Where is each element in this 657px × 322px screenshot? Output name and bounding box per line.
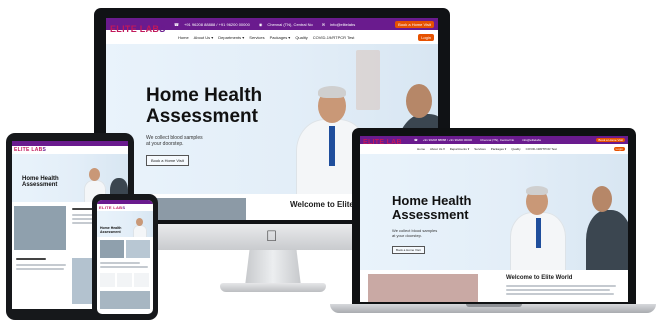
- tablet-heading-line: [16, 258, 46, 260]
- desktop-nav-home[interactable]: Home: [178, 35, 189, 40]
- doctor-head-image: [136, 218, 143, 226]
- phone-card[interactable]: [134, 273, 149, 287]
- desktop-hero-book-button[interactable]: Book a Home Visit: [146, 155, 189, 167]
- welcome-text-line: [506, 293, 614, 295]
- laptop-logo[interactable]: ELITE LABS: [363, 139, 407, 146]
- phone-icon: ☎: [174, 21, 179, 27]
- laptop-notch: [466, 304, 522, 307]
- phone-hero-title-2: Assessment: [100, 229, 121, 234]
- welcome-text-line: [506, 289, 610, 291]
- laptop-hero-subtitle-2: at your doorstep.: [392, 233, 423, 239]
- desktop-topbar-email: info@elitelabs: [330, 21, 356, 27]
- desktop-nav-covid[interactable]: COVID-19/RTPCR Test: [313, 35, 355, 40]
- desktop-topbar-location: Chennai (TN), Central No: [267, 21, 313, 27]
- tablet-hero-title-1: Home Health: [22, 176, 59, 182]
- desktop-nav-quality[interactable]: Quality: [295, 35, 307, 40]
- patient-head-image: [592, 186, 612, 212]
- desktop-hero-title-1: Home Health: [146, 85, 263, 106]
- desktop-monitor-foot: [220, 283, 326, 292]
- laptop-nav-about[interactable]: About Us ▾: [430, 147, 445, 151]
- laptop-hero-book-button[interactable]: Book a Home Visit: [392, 246, 425, 255]
- welcome-text-line: [506, 285, 616, 287]
- laptop-hero-title-1: Home Health: [392, 193, 472, 208]
- patient-image: [586, 210, 628, 270]
- tablet-logo[interactable]: ELITE LABS: [14, 147, 46, 153]
- location-icon: ◉: [258, 21, 263, 27]
- phone-hero: Home Health Assessment: [97, 211, 153, 237]
- laptop-nav-packages[interactable]: Packages ▾: [491, 147, 507, 151]
- desktop-welcome-heading: Welcome to Elite: [290, 200, 354, 209]
- laptop-nav-services[interactable]: Services: [474, 147, 486, 151]
- laptop-topbar-phone: +91 96208 88888 / +91 96200 00000: [422, 138, 473, 142]
- desktop-nav-services[interactable]: Services: [249, 35, 264, 40]
- phone-screen: ELITE LABS Home Health Assessment: [97, 200, 153, 314]
- phone-sample-image: [126, 240, 150, 258]
- desktop-nav-about[interactable]: About Us ▾: [194, 35, 214, 40]
- phone-hero-text: Home Health Assessment: [100, 226, 121, 235]
- desktop-nav-packages[interactable]: Packages ▾: [270, 35, 291, 40]
- doctor-hair-image: [526, 186, 548, 195]
- phone-content: [97, 237, 153, 314]
- apple-logo-icon: : [266, 229, 277, 245]
- laptop-hero-text: Home Health Assessment We collect blood s…: [392, 193, 472, 256]
- desktop-logo[interactable]: ELITE LABS: [110, 24, 166, 34]
- laptop-hero-title-2: Assessment: [392, 207, 469, 223]
- laptop-screen: ☎ +91 96208 88888 / +91 96200 00000 Chen…: [360, 136, 628, 302]
- desktop-topbar-phone: +91 96208 88888 / +91 96200 00000: [183, 21, 250, 27]
- desktop-hero-subtitle-2: at your doorstep.: [146, 141, 184, 148]
- tablet-navbar: ELITE LABS: [12, 146, 128, 154]
- laptop-nav-quality[interactable]: Quality: [511, 147, 520, 151]
- laptop-welcome-heading: Welcome to Elite World: [506, 275, 573, 281]
- doctor-tie-image: [536, 218, 541, 248]
- phone-text-line: [100, 266, 148, 268]
- phone-card[interactable]: [117, 273, 132, 287]
- phone-lab-image: [100, 240, 124, 258]
- anatomy-poster-image: [356, 50, 380, 110]
- laptop-nav-home[interactable]: Home: [417, 147, 425, 151]
- laptop-hero: Home Health Assessment We collect blood s…: [360, 154, 628, 270]
- laptop-topbar-email: info@elitelabs: [522, 138, 542, 142]
- laptop-navbar: ELITE LABS Home About Us ▾ Departments ▾…: [360, 139, 628, 154]
- phone-navbar: ELITE LABS: [97, 204, 153, 211]
- tablet-hero-text: Home Health Assessment: [22, 176, 59, 189]
- desktop-login-button[interactable]: Login: [418, 33, 434, 41]
- doctor-head-image: [89, 168, 100, 181]
- desktop-nav-departments[interactable]: Departments ▾: [218, 35, 244, 40]
- desktop-navbar: ELITE LABS Home About Us ▾ Departments ▾…: [106, 24, 438, 44]
- mail-icon: ✉: [321, 21, 326, 27]
- tablet-lab-image: [14, 206, 66, 250]
- desktop-hero-text: Home Health Assessment We collect blood s…: [146, 85, 263, 167]
- phone-text-line: [100, 262, 140, 264]
- laptop-login-button[interactable]: Login: [613, 147, 625, 151]
- laptop-nav-covid[interactable]: COVID-19/RTPCR Test: [526, 147, 557, 151]
- laptop-welcome-section: Welcome to Elite World: [360, 270, 628, 302]
- tablet-text-line: [16, 264, 66, 266]
- laptop-topbar-location: Chennai (TN), Central No: [480, 138, 515, 142]
- doctor-hair-image: [318, 86, 346, 98]
- phone-card[interactable]: [100, 273, 115, 287]
- tablet-text-line: [16, 268, 64, 270]
- laptop-book-visit-button[interactable]: Book a Home Visit: [596, 138, 625, 142]
- laptop-welcome-image: [368, 274, 478, 302]
- desktop-book-visit-button[interactable]: Book a Home Visit: [395, 20, 434, 28]
- phone-icon: ☎: [414, 138, 418, 142]
- patient-head-image: [406, 84, 432, 118]
- doctor-image: [133, 225, 147, 237]
- phone-logo[interactable]: ELITE LABS: [99, 205, 125, 210]
- laptop-nav-departments[interactable]: Departments ▾: [450, 147, 470, 151]
- desktop-hero-title-2: Assessment: [146, 105, 258, 127]
- phone-footer-image: [100, 291, 150, 309]
- desktop-monitor-stand: [245, 250, 301, 286]
- doctor-tie-image: [329, 126, 335, 166]
- tablet-hero-title-2: Assessment: [22, 182, 58, 189]
